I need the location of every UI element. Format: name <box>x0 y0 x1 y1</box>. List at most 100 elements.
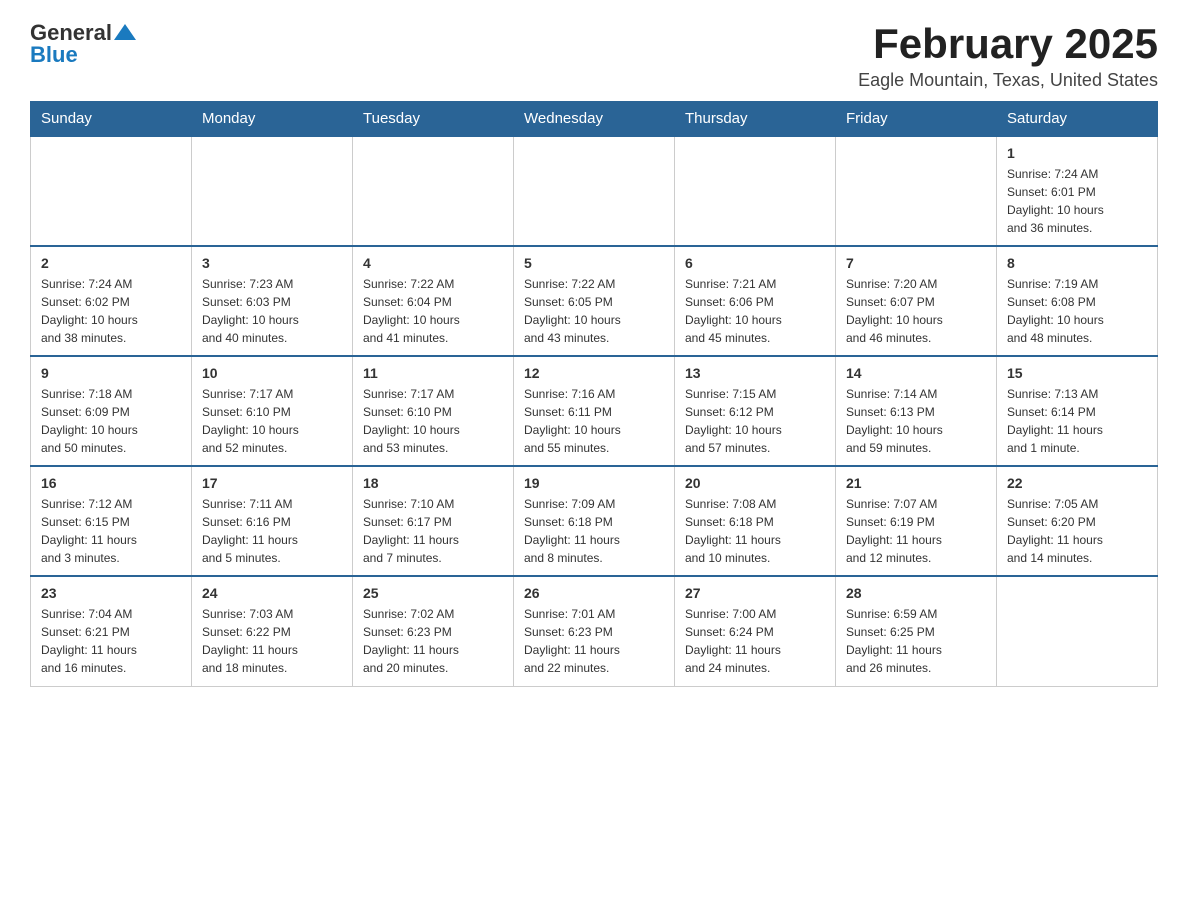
calendar-week-row: 16Sunrise: 7:12 AM Sunset: 6:15 PM Dayli… <box>31 466 1158 576</box>
calendar-cell <box>514 136 675 246</box>
calendar-week-row: 1 Sunrise: 7:24 AM Sunset: 6:01 PM Daylig… <box>31 136 1158 246</box>
day-number: 26 <box>524 585 664 601</box>
calendar-cell: 22 Sunrise: 7:05 AM Sunset: 6:20 PM Dayli… <box>997 466 1158 576</box>
day-number: 14 <box>846 365 986 381</box>
day-number: 15 <box>1007 365 1147 381</box>
calendar-cell: 6 Sunrise: 7:21 AM Sunset: 6:06 PM Daylig… <box>675 246 836 356</box>
day-number: 22 <box>1007 475 1147 491</box>
calendar-week-row: 9 Sunrise: 7:18 AM Sunset: 6:09 PM Daylig… <box>31 356 1158 466</box>
day-info: Sunrise: 7:03 AM Sunset: 6:22 PM Dayligh… <box>202 605 342 677</box>
calendar-cell: 4 Sunrise: 7:22 AM Sunset: 6:04 PM Daylig… <box>353 246 514 356</box>
day-info: Sunrise: 7:04 AM Sunset: 6:21 PM Dayligh… <box>41 605 181 677</box>
day-info: Sunrise: 7:00 AM Sunset: 6:24 PM Dayligh… <box>685 605 825 677</box>
day-info: Sunrise: 7:08 AM Sunset: 6:18 PM Dayligh… <box>685 495 825 567</box>
calendar-cell: 7 Sunrise: 7:20 AM Sunset: 6:07 PM Daylig… <box>836 246 997 356</box>
calendar-cell <box>836 136 997 246</box>
day-info: Sunrise: 7:13 AM Sunset: 6:14 PM Dayligh… <box>1007 385 1147 457</box>
day-number: 11 <box>363 365 503 381</box>
calendar-cell: 21 Sunrise: 7:07 AM Sunset: 6:19 PM Dayli… <box>836 466 997 576</box>
calendar-header-row: SundayMondayTuesdayWednesdayThursdayFrid… <box>31 102 1158 137</box>
day-number: 20 <box>685 475 825 491</box>
day-info: Sunrise: 7:14 AM Sunset: 6:13 PM Dayligh… <box>846 385 986 457</box>
page-header: General Blue February 2025 Eagle Mountai… <box>30 20 1158 91</box>
day-number: 27 <box>685 585 825 601</box>
calendar-cell: 26 Sunrise: 7:01 AM Sunset: 6:23 PM Dayli… <box>514 576 675 686</box>
day-number: 28 <box>846 585 986 601</box>
calendar-week-row: 23 Sunrise: 7:04 AM Sunset: 6:21 PM Dayli… <box>31 576 1158 686</box>
day-number: 7 <box>846 255 986 271</box>
day-info: Sunrise: 7:16 AM Sunset: 6:11 PM Dayligh… <box>524 385 664 457</box>
calendar-cell: 20 Sunrise: 7:08 AM Sunset: 6:18 PM Dayli… <box>675 466 836 576</box>
day-number: 13 <box>685 365 825 381</box>
day-number: 25 <box>363 585 503 601</box>
day-number: 21 <box>846 475 986 491</box>
calendar-cell: 5 Sunrise: 7:22 AM Sunset: 6:05 PM Daylig… <box>514 246 675 356</box>
calendar-cell: 12 Sunrise: 7:16 AM Sunset: 6:11 PM Dayli… <box>514 356 675 466</box>
calendar-cell: 18Sunrise: 7:10 AM Sunset: 6:17 PM Dayli… <box>353 466 514 576</box>
day-of-week-header: Saturday <box>997 102 1158 137</box>
day-number: 9 <box>41 365 181 381</box>
day-number: 5 <box>524 255 664 271</box>
day-of-week-header: Tuesday <box>353 102 514 137</box>
calendar-cell <box>997 576 1158 686</box>
calendar-cell <box>353 136 514 246</box>
day-number: 24 <box>202 585 342 601</box>
day-of-week-header: Wednesday <box>514 102 675 137</box>
month-title: February 2025 <box>858 20 1158 68</box>
day-of-week-header: Monday <box>192 102 353 137</box>
location-title: Eagle Mountain, Texas, United States <box>858 70 1158 91</box>
calendar-cell: 1 Sunrise: 7:24 AM Sunset: 6:01 PM Daylig… <box>997 136 1158 246</box>
calendar-cell: 8 Sunrise: 7:19 AM Sunset: 6:08 PM Daylig… <box>997 246 1158 356</box>
calendar-table: SundayMondayTuesdayWednesdayThursdayFrid… <box>30 101 1158 687</box>
calendar-cell: 2Sunrise: 7:24 AM Sunset: 6:02 PM Daylig… <box>31 246 192 356</box>
day-info: Sunrise: 7:22 AM Sunset: 6:04 PM Dayligh… <box>363 275 503 347</box>
day-number: 3 <box>202 255 342 271</box>
calendar-cell: 15 Sunrise: 7:13 AM Sunset: 6:14 PM Dayli… <box>997 356 1158 466</box>
calendar-cell <box>31 136 192 246</box>
day-info: Sunrise: 7:09 AM Sunset: 6:18 PM Dayligh… <box>524 495 664 567</box>
day-info: Sunrise: 7:22 AM Sunset: 6:05 PM Dayligh… <box>524 275 664 347</box>
day-number: 17 <box>202 475 342 491</box>
day-number: 10 <box>202 365 342 381</box>
day-number: 8 <box>1007 255 1147 271</box>
calendar-cell: 14 Sunrise: 7:14 AM Sunset: 6:13 PM Dayli… <box>836 356 997 466</box>
day-info: Sunrise: 7:15 AM Sunset: 6:12 PM Dayligh… <box>685 385 825 457</box>
day-number: 19 <box>524 475 664 491</box>
calendar-cell: 17Sunrise: 7:11 AM Sunset: 6:16 PM Dayli… <box>192 466 353 576</box>
day-info: Sunrise: 6:59 AM Sunset: 6:25 PM Dayligh… <box>846 605 986 677</box>
day-info: Sunrise: 7:20 AM Sunset: 6:07 PM Dayligh… <box>846 275 986 347</box>
calendar-cell: 9 Sunrise: 7:18 AM Sunset: 6:09 PM Daylig… <box>31 356 192 466</box>
day-number: 23 <box>41 585 181 601</box>
calendar-cell <box>192 136 353 246</box>
logo-text-blue: Blue <box>30 42 78 68</box>
calendar-cell: 11 Sunrise: 7:17 AM Sunset: 6:10 PM Dayli… <box>353 356 514 466</box>
day-number: 12 <box>524 365 664 381</box>
day-info: Sunrise: 7:24 AM Sunset: 6:02 PM Dayligh… <box>41 275 181 347</box>
day-info: Sunrise: 7:18 AM Sunset: 6:09 PM Dayligh… <box>41 385 181 457</box>
day-number: 4 <box>363 255 503 271</box>
logo-arrow-icon <box>114 22 136 44</box>
day-number: 18 <box>363 475 503 491</box>
calendar-cell: 24 Sunrise: 7:03 AM Sunset: 6:22 PM Dayli… <box>192 576 353 686</box>
day-of-week-header: Sunday <box>31 102 192 137</box>
day-info: Sunrise: 7:01 AM Sunset: 6:23 PM Dayligh… <box>524 605 664 677</box>
day-number: 1 <box>1007 145 1147 161</box>
day-number: 16 <box>41 475 181 491</box>
day-info: Sunrise: 7:21 AM Sunset: 6:06 PM Dayligh… <box>685 275 825 347</box>
calendar-cell: 19 Sunrise: 7:09 AM Sunset: 6:18 PM Dayli… <box>514 466 675 576</box>
day-info: Sunrise: 7:17 AM Sunset: 6:10 PM Dayligh… <box>202 385 342 457</box>
logo: General Blue <box>30 20 136 68</box>
day-info: Sunrise: 7:19 AM Sunset: 6:08 PM Dayligh… <box>1007 275 1147 347</box>
day-info: Sunrise: 7:17 AM Sunset: 6:10 PM Dayligh… <box>363 385 503 457</box>
day-info: Sunrise: 7:07 AM Sunset: 6:19 PM Dayligh… <box>846 495 986 567</box>
title-block: February 2025 Eagle Mountain, Texas, Uni… <box>858 20 1158 91</box>
day-info: Sunrise: 7:24 AM Sunset: 6:01 PM Dayligh… <box>1007 165 1147 237</box>
calendar-cell: 10 Sunrise: 7:17 AM Sunset: 6:10 PM Dayli… <box>192 356 353 466</box>
day-info: Sunrise: 7:02 AM Sunset: 6:23 PM Dayligh… <box>363 605 503 677</box>
calendar-cell: 27 Sunrise: 7:00 AM Sunset: 6:24 PM Dayli… <box>675 576 836 686</box>
day-info: Sunrise: 7:23 AM Sunset: 6:03 PM Dayligh… <box>202 275 342 347</box>
day-info: Sunrise: 7:05 AM Sunset: 6:20 PM Dayligh… <box>1007 495 1147 567</box>
day-number: 6 <box>685 255 825 271</box>
calendar-cell: 3 Sunrise: 7:23 AM Sunset: 6:03 PM Daylig… <box>192 246 353 356</box>
calendar-cell: 16Sunrise: 7:12 AM Sunset: 6:15 PM Dayli… <box>31 466 192 576</box>
